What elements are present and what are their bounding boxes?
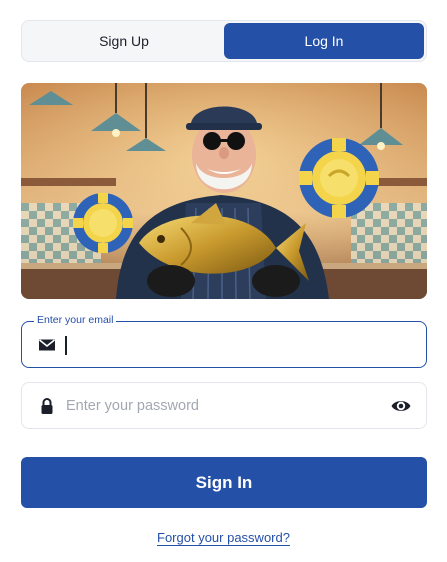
hero-image	[21, 83, 427, 299]
password-field	[21, 382, 427, 429]
forgot-password-row: Forgot your password?	[0, 529, 447, 547]
password-input[interactable]	[66, 383, 378, 428]
tab-sign-up[interactable]: Sign Up	[24, 23, 224, 59]
tab-log-in[interactable]: Log In	[224, 23, 424, 59]
text-caret	[65, 336, 67, 355]
sign-in-button[interactable]: Sign In	[21, 457, 427, 508]
forgot-password-link[interactable]: Forgot your password?	[157, 530, 290, 545]
email-input[interactable]	[66, 322, 378, 367]
email-field: Enter your email	[21, 314, 427, 368]
lock-icon	[41, 397, 53, 414]
envelope-icon	[39, 338, 55, 350]
auth-tabs: Sign Up Log In	[21, 20, 427, 62]
eye-icon[interactable]	[390, 395, 412, 417]
